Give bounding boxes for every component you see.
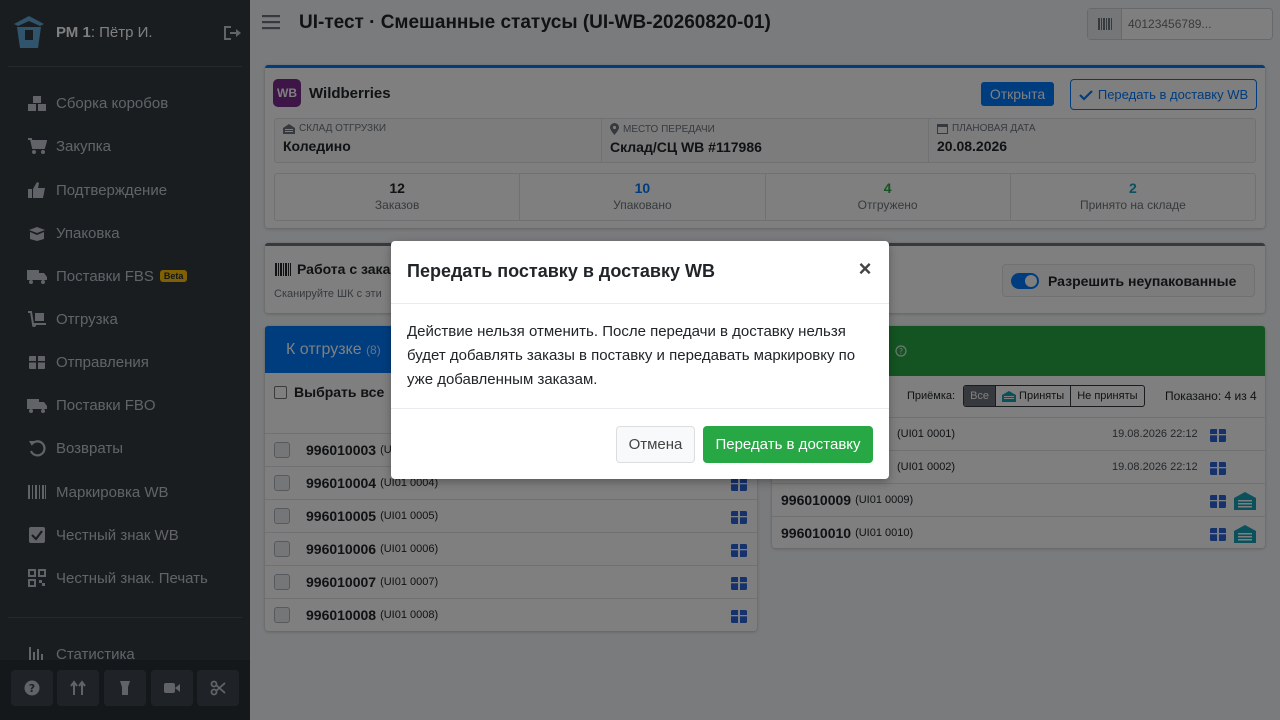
modal-title: Передать поставку в доставку WB bbox=[407, 261, 715, 281]
confirm-deliver-button[interactable]: Передать в доставку bbox=[703, 426, 873, 463]
cancel-button[interactable]: Отмена bbox=[616, 426, 695, 463]
modal-header: Передать поставку в доставку WB × bbox=[391, 241, 889, 304]
deliver-confirm-dialog: Передать поставку в доставку WB × Действ… bbox=[391, 241, 889, 479]
close-icon[interactable]: × bbox=[855, 258, 875, 280]
modal-message: Действие нельзя отменить. После передачи… bbox=[407, 323, 856, 388]
modal-footer: Отмена Передать в доставку bbox=[391, 408, 889, 479]
